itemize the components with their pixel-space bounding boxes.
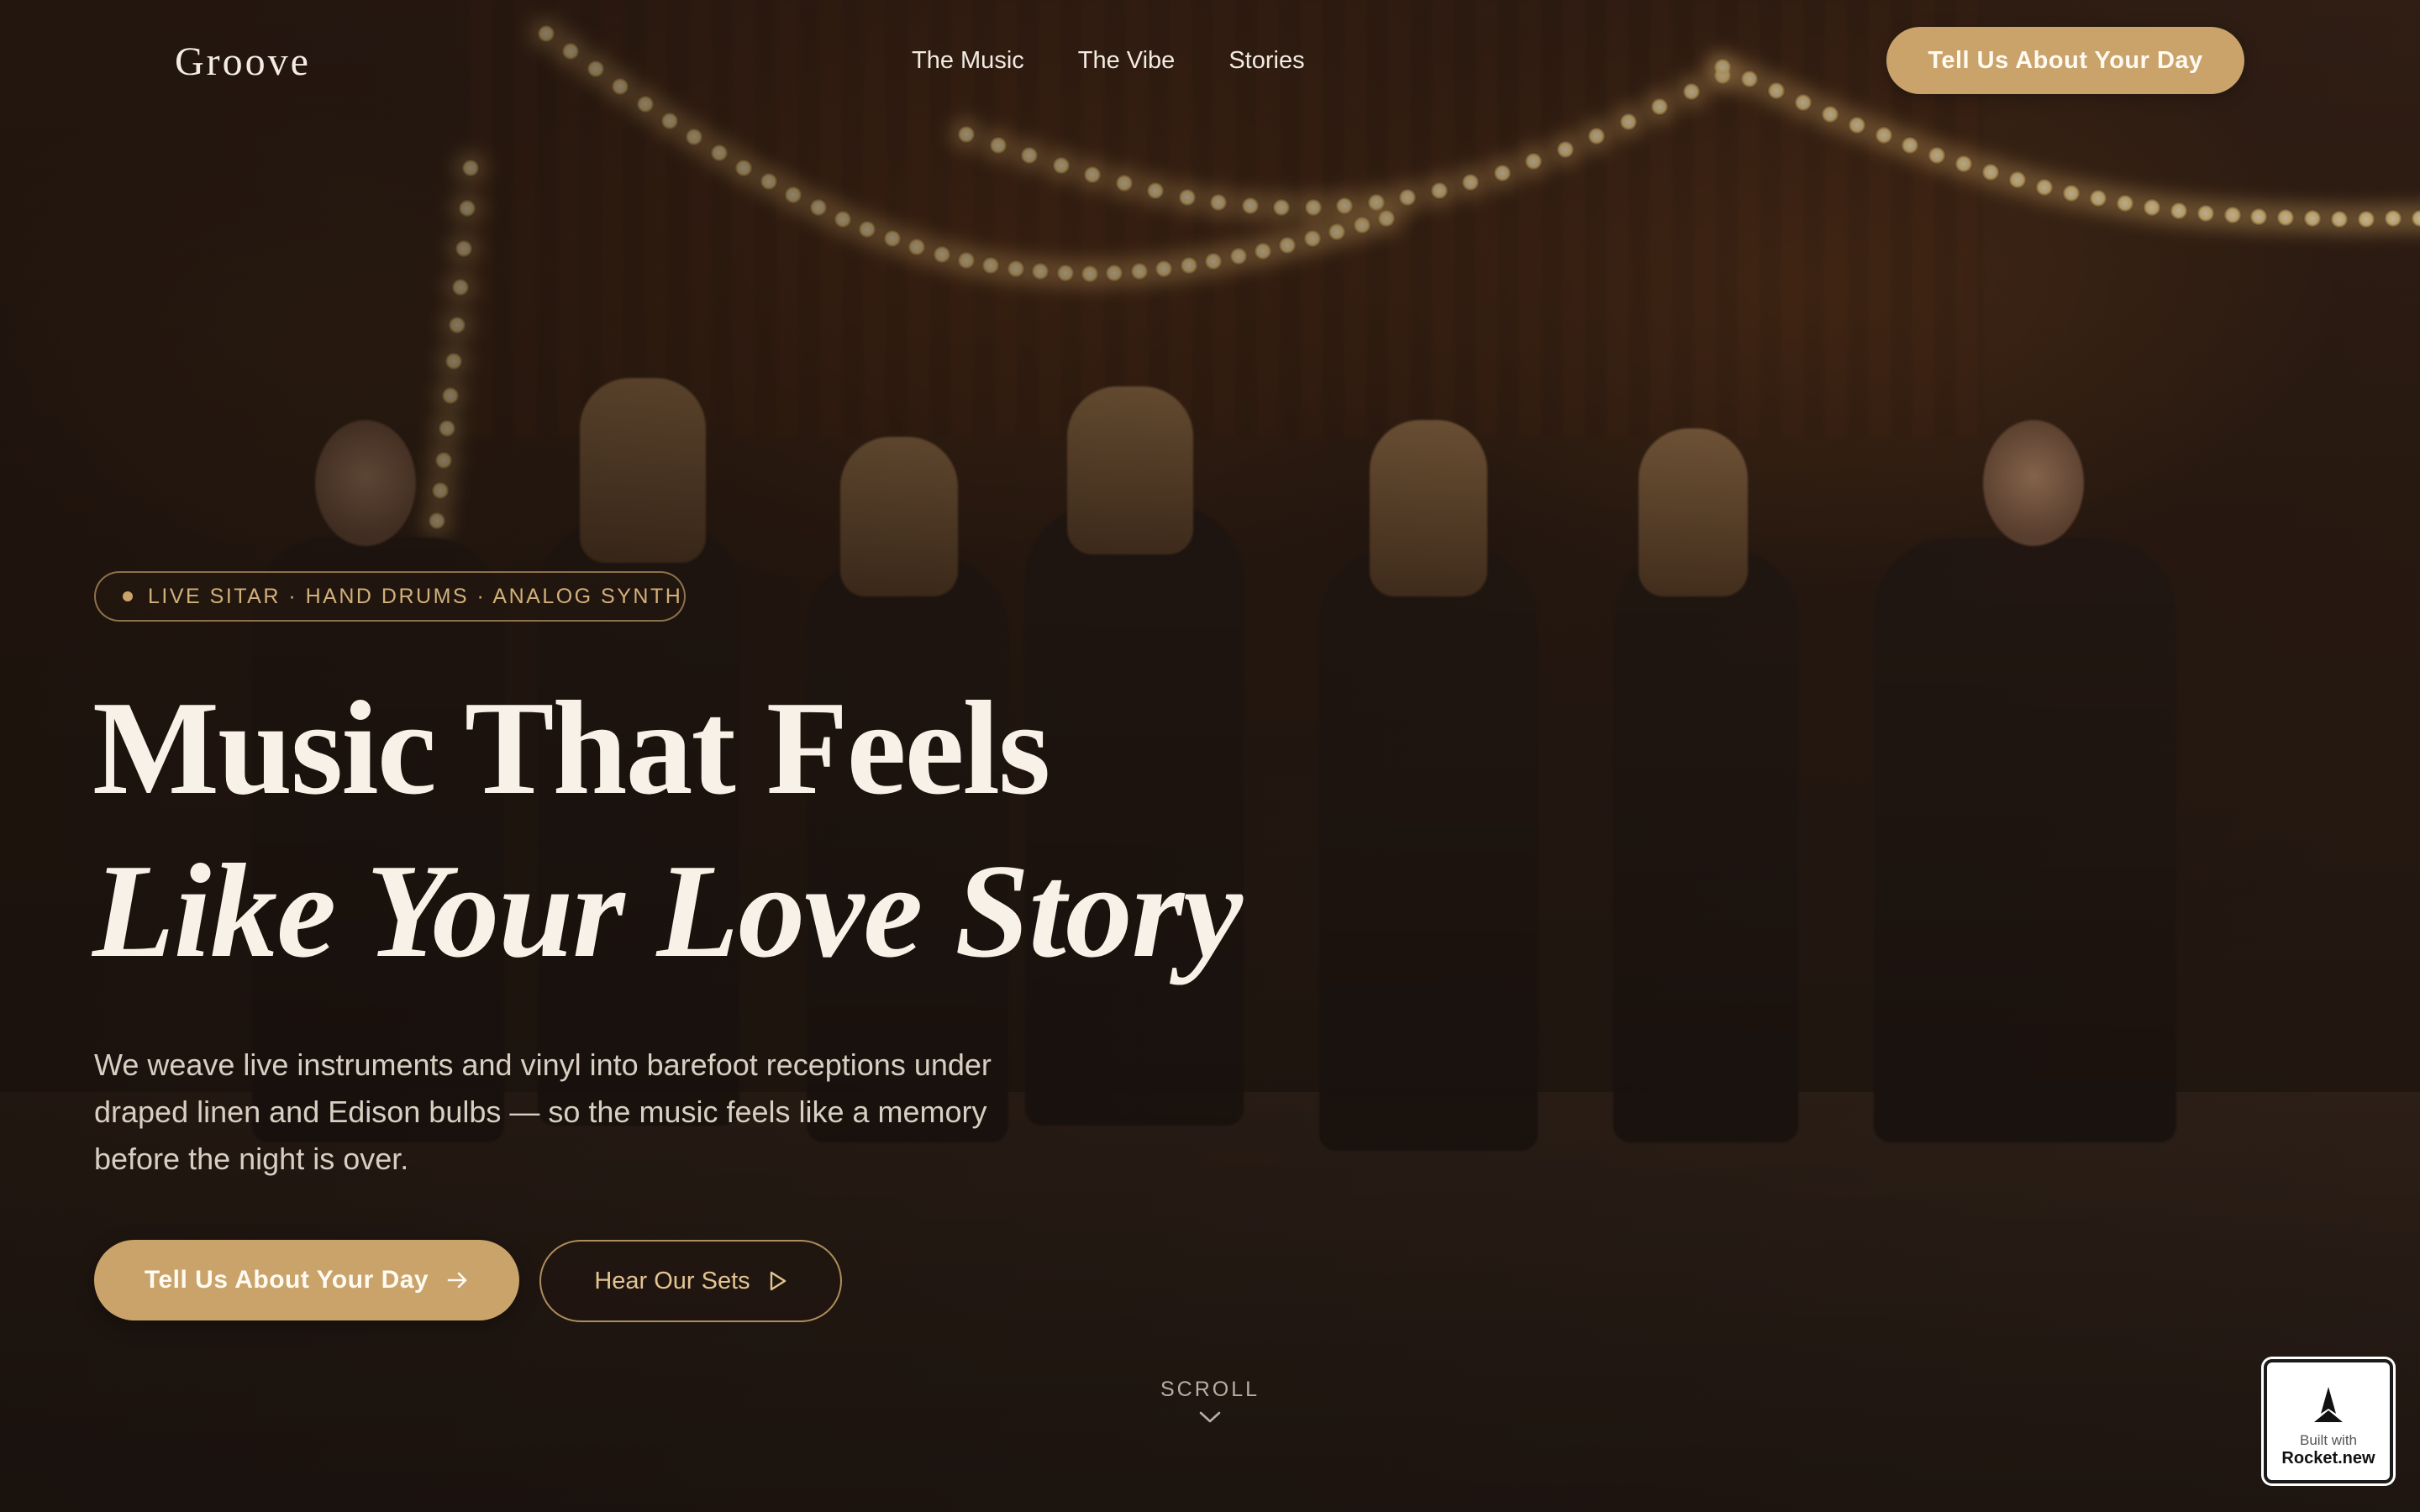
- nav-item-the-vibe[interactable]: The Vibe: [1078, 47, 1176, 75]
- rocket-brand-label: Rocket.new: [2281, 1449, 2375, 1467]
- hear-sets-label: Hear Our Sets: [594, 1267, 750, 1294]
- scroll-indicator[interactable]: SCROLL: [1126, 1378, 1294, 1425]
- badge-dot-icon: [123, 591, 133, 601]
- rocket-logo-icon: [2314, 1387, 2343, 1422]
- scroll-label: SCROLL: [1160, 1378, 1260, 1401]
- headline-line-1: Music That Feels: [92, 673, 1050, 822]
- logo[interactable]: Groove: [175, 39, 311, 85]
- nav-item-the-music[interactable]: The Music: [912, 47, 1024, 75]
- badge-label: LIVE SITAR · HAND DRUMS · ANALOG SYNTH: [148, 584, 683, 608]
- headline-line-2: Like Your Love Story: [92, 836, 1243, 985]
- main-nav: The Music The Vibe Stories: [912, 47, 1305, 75]
- chevron-down-icon: [1199, 1411, 1221, 1423]
- header-cta-label: Tell Us About Your Day: [1928, 46, 2203, 74]
- built-with-rocket-badge[interactable]: Built with Rocket.new: [2264, 1359, 2393, 1483]
- hero-description: We weave live instruments and vinyl into…: [94, 1047, 992, 1176]
- hero-headline: Music That Feels Like Your Love Story: [92, 672, 1243, 998]
- hear-sets-button[interactable]: Hear Our Sets: [539, 1240, 842, 1322]
- tell-us-label: Tell Us About Your Day: [144, 1266, 429, 1294]
- header-cta-button[interactable]: Tell Us About Your Day: [1886, 27, 2244, 94]
- play-icon: [770, 1271, 786, 1291]
- nav-item-stories[interactable]: Stories: [1228, 47, 1304, 75]
- arrow-right-icon: [447, 1272, 467, 1289]
- built-with-label: Built with: [2299, 1432, 2358, 1448]
- instrument-badge: LIVE SITAR · HAND DRUMS · ANALOG SYNTH: [94, 571, 686, 622]
- tell-us-button[interactable]: Tell Us About Your Day: [94, 1240, 519, 1320]
